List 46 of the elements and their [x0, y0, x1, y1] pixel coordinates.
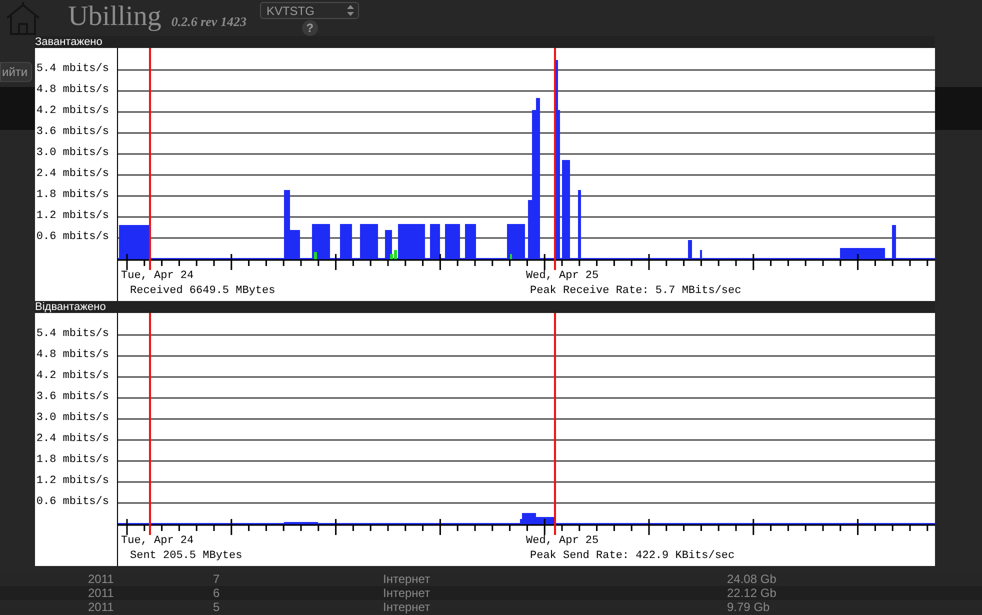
- y-axis-label: 1.8 mbits/s: [36, 454, 109, 468]
- table-cell-text: 2011: [87, 586, 115, 600]
- y-axis-label: 0.6 mbits/s: [36, 496, 109, 510]
- y-axis-label: 4.2 mbits/s: [36, 370, 109, 384]
- y-axis-label: 4.8 mbits/s: [36, 349, 109, 363]
- y-axis-label: 3.0 mbits/s: [36, 412, 109, 426]
- table-cell-text: 5: [213, 600, 221, 614]
- y-axis-label: 5.4 mbits/s: [36, 63, 109, 77]
- table-cell-text: Інтернет: [383, 600, 432, 614]
- y-axis-label: 0.6 mbits/s: [36, 231, 109, 245]
- peak-rate-text: Peak Send Rate: 422.9 KBits/sec: [530, 549, 736, 564]
- table-cell-text: Інтернет: [383, 586, 432, 600]
- graph-title: Завантажено: [35, 36, 102, 48]
- y-axis-label: 3.6 mbits/s: [36, 391, 109, 405]
- table-cell-text: 2011: [87, 600, 115, 614]
- help-icon[interactable]: ?: [302, 20, 318, 36]
- total-text: Sent 205.5 MBytes: [130, 549, 244, 564]
- x-axis-label: Tue, Apr 24: [121, 270, 195, 283]
- table-cell-text: 2011: [87, 572, 115, 586]
- app-logo-text: Ubilling: [68, 2, 162, 32]
- table-cell: 24.08 Gb: [727, 572, 776, 586]
- peak-rate-text: Peak Receive Rate: 5.7 MBits/sec: [530, 284, 742, 299]
- y-axis-label: 3.6 mbits/s: [36, 126, 109, 140]
- table-cell-text: 7: [213, 572, 221, 586]
- table-cell: 22.12 Gb: [727, 586, 776, 600]
- y-axis-label: 3.0 mbits/s: [36, 147, 109, 161]
- y-axis-label: 2.4 mbits/s: [36, 168, 109, 182]
- total-text: Received 6649.5 MBytes: [130, 284, 276, 299]
- y-axis-label: 5.4 mbits/s: [36, 328, 109, 342]
- y-axis-label: 2.4 mbits/s: [36, 433, 109, 447]
- location-select[interactable]: KVTSTG: [260, 2, 360, 19]
- table-cell: 9.79 Gb: [727, 600, 770, 614]
- y-axis-label: 4.2 mbits/s: [36, 105, 109, 119]
- x-axis-label: Tue, Apr 24: [121, 535, 195, 548]
- graph-title: Відвантажено: [35, 301, 106, 313]
- version-text: 0.2.6 rev 1423: [171, 14, 246, 30]
- logout-button[interactable]: ийти: [0, 62, 32, 82]
- x-axis-label: Wed, Apr 25: [526, 270, 600, 283]
- y-axis-label: 1.2 mbits/s: [36, 475, 109, 489]
- y-axis-label: 4.8 mbits/s: [36, 84, 109, 98]
- x-axis-label: Wed, Apr 25: [526, 535, 600, 548]
- table-cell-text: Інтернет: [383, 572, 432, 586]
- y-axis-label: 1.8 mbits/s: [36, 189, 109, 203]
- dropdown-arrows-icon: [347, 5, 354, 16]
- y-axis-label: 1.2 mbits/s: [36, 210, 109, 224]
- table-cell-text: 6: [213, 586, 221, 600]
